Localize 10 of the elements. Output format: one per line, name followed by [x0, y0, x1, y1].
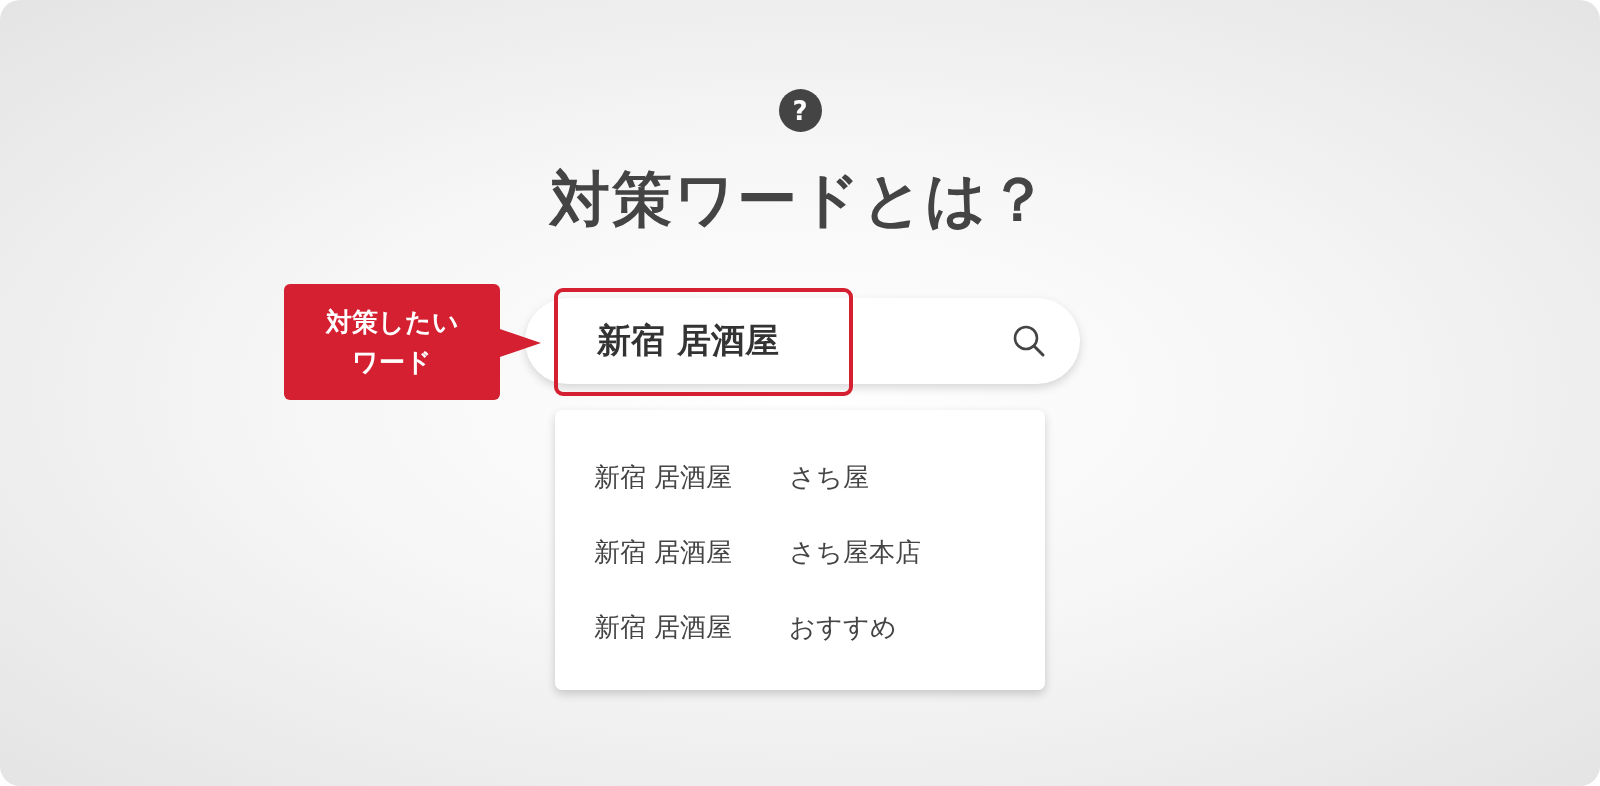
title: 対策ワードとは？ — [550, 164, 1050, 234]
search-icon[interactable] — [1012, 324, 1046, 358]
callout-text: ワード — [352, 346, 432, 379]
help-icon: ? — [778, 89, 822, 132]
suggestion-item[interactable]: 新宿 居酒屋 おすすめ — [555, 590, 1045, 665]
callout-text: 対策したい — [325, 306, 459, 339]
suggestion-item[interactable]: 新宿 居酒屋 さち屋本店 — [555, 515, 1045, 590]
search-text: 新宿 居酒屋 — [597, 319, 780, 362]
suggestion-item[interactable]: 新宿 居酒屋 さち屋 — [555, 440, 1045, 515]
search-field[interactable]: 新宿 居酒屋 — [525, 298, 1080, 384]
